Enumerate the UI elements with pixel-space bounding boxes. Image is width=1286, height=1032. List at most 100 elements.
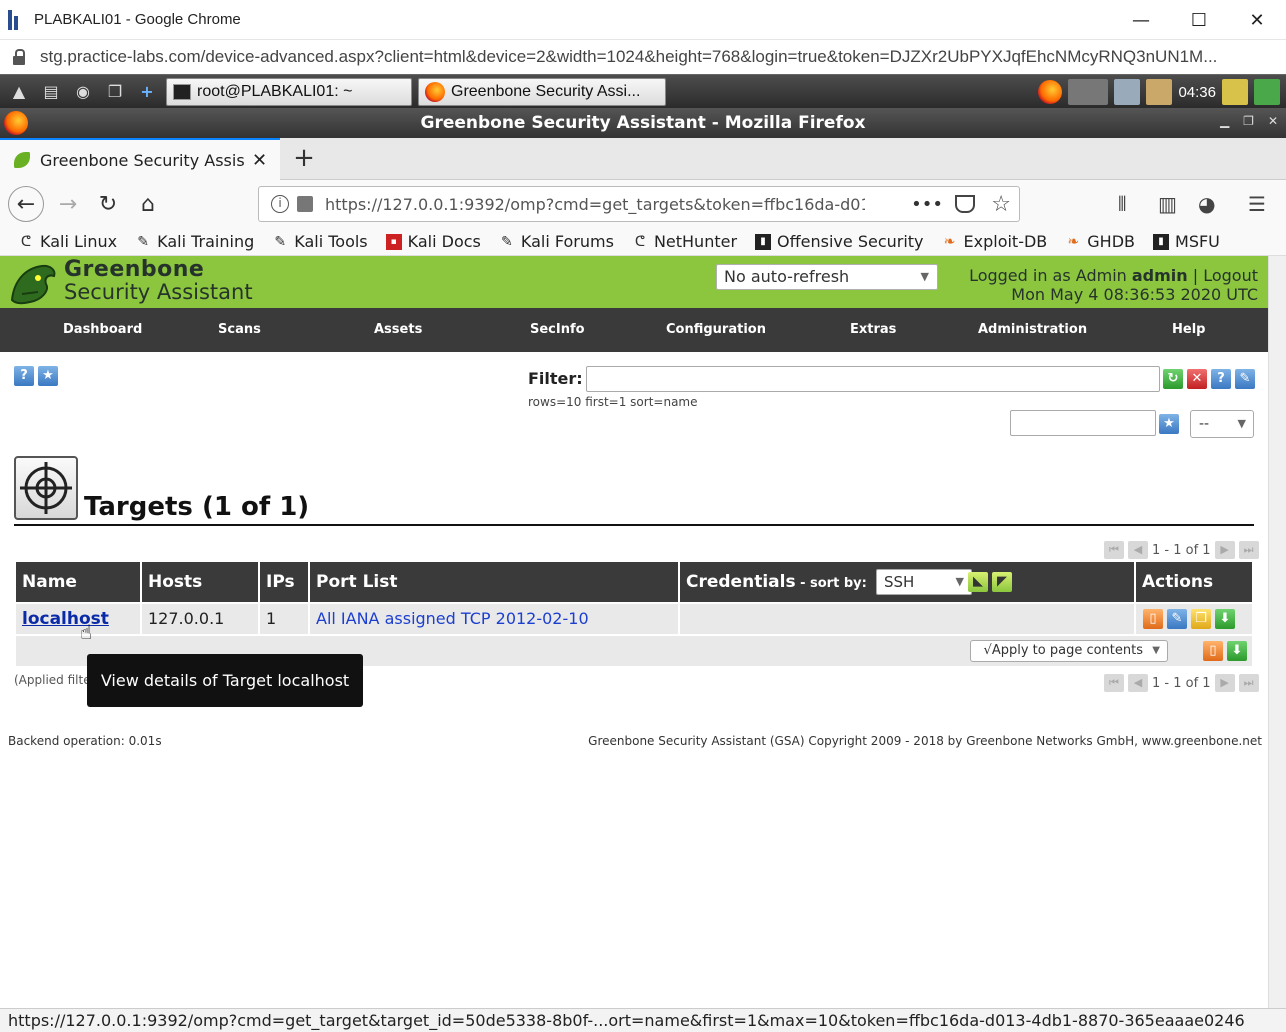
bookmark-kali-tools[interactable]: ✎ Kali Tools <box>272 232 367 251</box>
sort-descending-icon[interactable]: ◤ <box>992 572 1012 592</box>
menu-extras[interactable]: Extras <box>850 322 896 337</box>
firefox-tray-icon[interactable] <box>1038 80 1063 104</box>
add-icon[interactable]: + <box>134 80 160 104</box>
credential-sort-select[interactable]: SSH ▼ <box>876 569 972 595</box>
ff-minimize-icon[interactable]: ▁ <box>1220 114 1229 128</box>
files-icon[interactable]: ▤ <box>38 80 64 104</box>
sidebar-icon[interactable]: ▥ <box>1158 192 1177 216</box>
account-icon[interactable]: ◕ <box>1198 192 1215 216</box>
menu-assets[interactable]: Assets <box>374 322 422 337</box>
menu-dashboard[interactable]: Dashboard <box>63 322 142 337</box>
auto-refresh-select[interactable]: No auto-refresh ▼ <box>716 264 938 290</box>
bookmark-kali-training[interactable]: ✎ Kali Training <box>135 232 254 251</box>
new-tab-button[interactable]: + <box>290 144 318 172</box>
kali-dragon-icon: ᕦ <box>634 233 646 250</box>
bookmark-msfu[interactable]: ▮ MSFU <box>1153 232 1220 251</box>
logout-link[interactable]: Logout <box>1203 266 1258 285</box>
edit-wrench-icon[interactable]: ✎ <box>1167 609 1187 629</box>
menu-scans[interactable]: Scans <box>218 322 261 337</box>
firefox-task[interactable]: Greenbone Security Assi... <box>418 77 666 106</box>
filter-select[interactable]: -- ▼ <box>1190 410 1254 438</box>
trash-icon[interactable]: ▯ <box>1143 609 1163 629</box>
back-button[interactable]: ← <box>8 186 44 222</box>
prev-page-icon[interactable]: ◀ <box>1128 541 1148 559</box>
apply-to-select[interactable]: √Apply to page contents ▼ <box>970 640 1168 662</box>
bulk-export-icon[interactable]: ⬇ <box>1227 641 1247 661</box>
home-button[interactable]: ⌂ <box>130 186 166 222</box>
prev-page-icon[interactable]: ◀ <box>1128 674 1148 692</box>
close-window-button[interactable]: ✕ <box>1228 0 1286 40</box>
next-page-icon[interactable]: ▶ <box>1214 541 1235 559</box>
ff-close-icon[interactable]: ✕ <box>1268 114 1278 128</box>
bookmark-offensive-security[interactable]: ▮ Offensive Security <box>755 232 924 251</box>
bookmark-nethunter[interactable]: ᕦ NetHunter <box>632 232 737 251</box>
export-download-icon[interactable]: ⬇ <box>1215 609 1235 629</box>
menu-help[interactable]: Help <box>1172 322 1205 337</box>
first-page-icon[interactable]: ⏮ <box>1104 541 1124 559</box>
tab-close-icon[interactable]: ✕ <box>252 150 267 171</box>
bookmark-kali-docs[interactable]: ▪ Kali Docs <box>385 232 481 251</box>
save-filter-star-icon[interactable]: ★ <box>1159 414 1179 434</box>
page-scrollbar[interactable] <box>1268 256 1286 1008</box>
bulk-trash-icon[interactable]: ▯ <box>1203 641 1223 661</box>
chrome-address-bar[interactable]: stg.practice-labs.com/device-advanced.as… <box>0 40 1286 74</box>
chrome-url[interactable]: stg.practice-labs.com/device-advanced.as… <box>40 47 1280 67</box>
insecure-lock-icon[interactable] <box>297 196 313 212</box>
bookmark-kali-linux[interactable]: ᕦ Kali Linux <box>18 232 117 251</box>
new-target-star-icon[interactable]: ★ <box>38 366 58 386</box>
backend-operation: Backend operation: 0.01s <box>8 734 162 748</box>
menu-secinfo[interactable]: SecInfo <box>530 322 585 337</box>
next-page-icon[interactable]: ▶ <box>1214 674 1235 692</box>
col-ips[interactable]: IPs <box>260 562 308 602</box>
page-actions-icon[interactable]: ••• <box>911 194 943 215</box>
chrome-titlebar: PLABKALI01 - Google Chrome — ☐ ✕ <box>0 0 1286 40</box>
reload-button[interactable]: ↻ <box>90 186 126 222</box>
bookmark-kali-forums[interactable]: ✎ Kali Forums <box>499 232 614 251</box>
menu-configuration[interactable]: Configuration <box>666 322 766 337</box>
firefox-url[interactable]: https://127.0.0.1:9392/omp?cmd=get_targe… <box>325 195 865 214</box>
windows-icon[interactable]: ❐ <box>102 80 128 104</box>
menu-administration[interactable]: Administration <box>978 322 1087 337</box>
tab-greenbone[interactable]: Greenbone Security Assis ✕ <box>0 138 280 180</box>
filter-help-icon[interactable]: ? <box>1211 369 1231 389</box>
edit-filter-wrench-icon[interactable]: ✎ <box>1235 369 1255 389</box>
last-page-icon[interactable]: ⏭ <box>1238 541 1259 559</box>
hamburger-menu-icon[interactable]: ☰ <box>1248 192 1266 216</box>
terminal-task[interactable]: root@PLABKALI01: ~ <box>166 77 412 106</box>
tooltip: View details of Target localhost <box>87 654 363 707</box>
kali-docs-icon: ▪ <box>385 233 402 250</box>
first-page-icon[interactable]: ⏮ <box>1104 674 1124 692</box>
logout-icon[interactable] <box>1254 79 1280 105</box>
ff-restore-icon[interactable]: ❐ <box>1243 114 1254 128</box>
info-icon[interactable]: i <box>271 195 289 213</box>
target-link-localhost[interactable]: localhost <box>22 609 109 629</box>
library-icon[interactable]: ⫴ <box>1118 192 1126 216</box>
update-icon[interactable] <box>1222 79 1248 105</box>
kali-tray: 04:36 <box>1038 78 1280 106</box>
filter-input[interactable] <box>586 366 1160 392</box>
col-port-list[interactable]: Port List <box>310 562 678 602</box>
reset-filter-icon[interactable]: ✕ <box>1187 369 1207 389</box>
col-name[interactable]: Name <box>16 562 140 602</box>
forward-button[interactable]: → <box>50 186 86 222</box>
bookmark-ghdb[interactable]: ❧ GHDB <box>1065 232 1135 251</box>
bookmark-star-icon[interactable]: ☆ <box>991 192 1011 217</box>
refresh-filter-icon[interactable]: ↻ <box>1163 369 1183 389</box>
filter-name-input[interactable] <box>1010 410 1156 436</box>
bookmark-exploit-db[interactable]: ❧ Exploit-DB <box>942 232 1048 251</box>
help-icon[interactable]: ? <box>14 366 34 386</box>
last-page-icon[interactable]: ⏭ <box>1238 674 1259 692</box>
browser-launcher-icon[interactable]: ◉ <box>70 80 96 104</box>
pocket-icon[interactable] <box>955 195 975 213</box>
minimize-button[interactable]: — <box>1112 0 1170 40</box>
maximize-button[interactable]: ☐ <box>1170 0 1228 40</box>
clone-icon[interactable]: ❐ <box>1191 609 1211 629</box>
sort-ascending-icon[interactable]: ◣ <box>968 572 988 592</box>
login-user-link[interactable]: admin <box>1132 266 1188 285</box>
col-hosts[interactable]: Hosts <box>142 562 258 602</box>
clipboard-icon[interactable] <box>1146 79 1173 105</box>
search-icon[interactable] <box>1114 79 1141 105</box>
port-list-link[interactable]: All IANA assigned TCP 2012-02-10 <box>316 609 589 628</box>
kali-menu-icon[interactable]: ▲ <box>6 80 32 104</box>
firefox-urlbar[interactable]: i https://127.0.0.1:9392/omp?cmd=get_tar… <box>258 186 1020 222</box>
